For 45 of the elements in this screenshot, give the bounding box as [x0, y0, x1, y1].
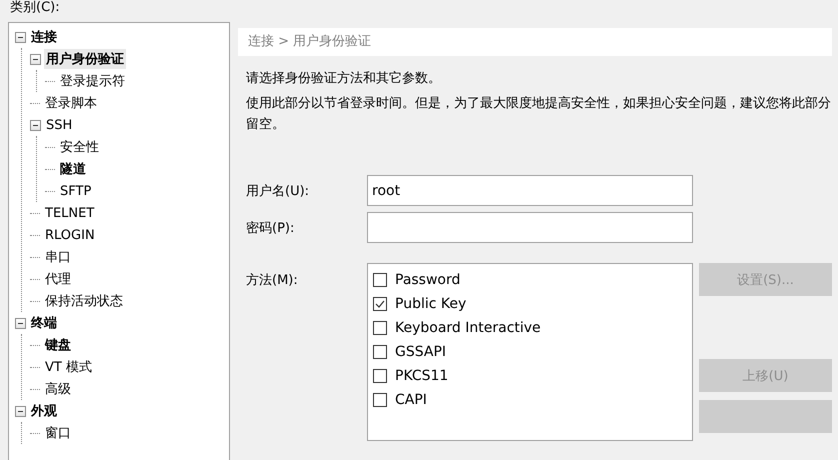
breadcrumb: 连接 > 用户身份验证: [238, 28, 832, 56]
tree-item[interactable]: 串口: [43, 247, 73, 267]
tree-item[interactable]: 隧道: [58, 159, 88, 179]
collapse-icon[interactable]: [30, 54, 41, 64]
tree-item[interactable]: SFTP: [58, 182, 94, 200]
tree-item[interactable]: 窗口: [43, 423, 73, 443]
tree-item[interactable]: 安全性: [58, 137, 101, 157]
tree-item[interactable]: VT 模式: [43, 357, 94, 377]
tree-item[interactable]: 键盘: [43, 335, 73, 355]
tree-item[interactable]: 连接: [29, 27, 59, 47]
option-label[interactable]: CAPI: [395, 392, 427, 408]
checkbox[interactable]: [373, 297, 387, 311]
tree-item[interactable]: 登录脚本: [43, 93, 99, 113]
username-field[interactable]: root: [367, 175, 693, 206]
checkbox[interactable]: [373, 369, 387, 383]
tree-item[interactable]: SSH: [44, 116, 74, 134]
method-label: 方法(M):: [246, 272, 299, 289]
description-text: 使用此部分以节省登录时间。但是，为了最大限度地提高安全性，如果担心安全问题，建议您将此部分留空。: [246, 95, 832, 134]
collapse-icon[interactable]: [15, 318, 26, 328]
collapse-icon[interactable]: [15, 406, 26, 416]
checkbox[interactable]: [373, 273, 387, 287]
tree-item[interactable]: RLOGIN: [43, 226, 97, 244]
tree-item[interactable]: 用户身份验证: [44, 49, 126, 69]
tree-item[interactable]: 登录提示符: [58, 71, 127, 91]
option-label[interactable]: Keyboard Interactive: [395, 320, 541, 336]
tree-item[interactable]: 终端: [29, 313, 59, 333]
intro-text: 请选择身份验证方法和其它参数。: [246, 70, 442, 88]
checkbox[interactable]: [373, 321, 387, 335]
tree-item[interactable]: 高级: [43, 379, 73, 399]
collapse-icon[interactable]: [30, 120, 41, 130]
tree-item[interactable]: 代理: [43, 269, 73, 289]
password-label: 密码(P):: [246, 220, 296, 236]
option-label[interactable]: Password: [395, 272, 460, 288]
password-field[interactable]: [367, 212, 693, 243]
tree-item[interactable]: TELNET: [43, 204, 96, 222]
username-label: 用户名(U):: [246, 182, 310, 200]
tree-item[interactable]: 保持活动状态: [43, 291, 125, 311]
checkbox[interactable]: [373, 393, 387, 407]
collapse-icon[interactable]: [15, 32, 26, 42]
category-label: 类别(C):: [9, 0, 61, 17]
option-label[interactable]: PKCS11: [395, 368, 448, 384]
tree-item[interactable]: 外观: [29, 401, 59, 421]
checkbox[interactable]: [373, 345, 387, 359]
option-label[interactable]: Public Key: [395, 296, 466, 312]
option-label[interactable]: GSSAPI: [395, 344, 446, 360]
